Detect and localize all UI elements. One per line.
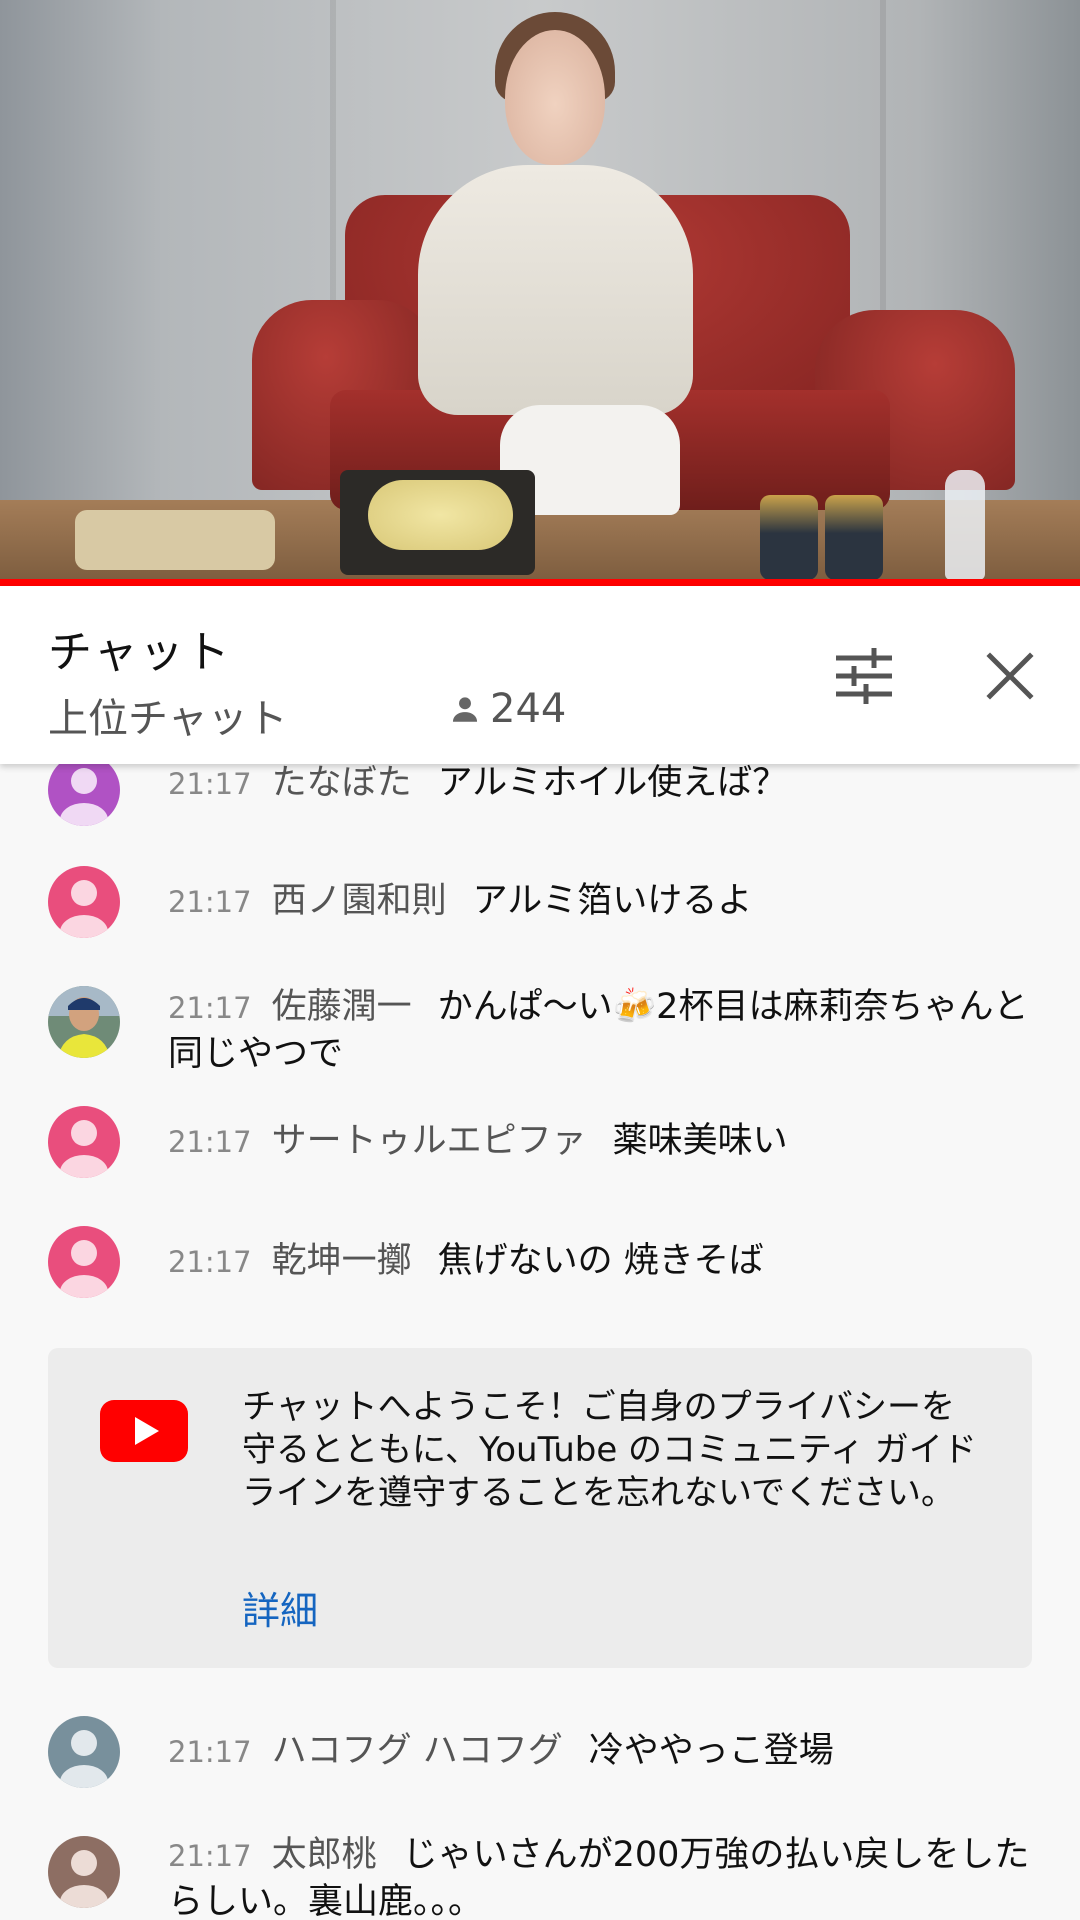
message-body: 21:17 佐藤潤一 かんぱ〜い🍻2杯目は麻莉奈ちゃんと同じやつで: [168, 984, 1036, 1077]
welcome-message: チャットへようこそ！ご自身のプライバシーを守るとともに、YouTube のコミュ…: [242, 1387, 977, 1513]
message-text: 冷ややっこ登場: [588, 1731, 834, 1771]
chat-mode-selector[interactable]: 上位チャット: [48, 686, 288, 744]
sliders-icon: [836, 648, 892, 704]
video-bottle: [945, 470, 985, 580]
message-time: 21:17: [168, 991, 252, 1025]
message-time: 21:17: [168, 1839, 252, 1873]
video-person: [418, 165, 693, 415]
video-progress-bar[interactable]: [0, 579, 1080, 586]
author-avatar: [48, 866, 120, 938]
default-avatar-icon: [48, 764, 120, 826]
chat-message-list[interactable]: 21:17 たなぼた アルミホイル使えば？ 21:17 西ノ園和則 アルミ箔いけるよ: [0, 764, 1080, 1920]
chat-header: チャット 上位チャット 244: [0, 586, 1080, 764]
message-time: 21:17: [168, 1735, 252, 1769]
video-person-head: [505, 30, 605, 165]
viewer-count-value: 244: [490, 686, 567, 732]
message-text: アルミ箔いけるよ: [472, 881, 753, 921]
viewer-count: 244: [448, 686, 566, 732]
author-avatar: [48, 1106, 120, 1178]
message-text: 薬味美味い: [612, 1121, 788, 1161]
message-author: たなぼた: [271, 764, 412, 803]
author-avatar-photo: [48, 986, 120, 1058]
video-can: [760, 495, 818, 580]
message-body: 21:17 サートゥルエピファ 薬味美味い: [168, 1118, 1036, 1165]
message-body: 21:17 たなぼた アルミホイル使えば？: [168, 764, 1036, 807]
photo-avatar-icon: [48, 986, 120, 1058]
youtube-logo-icon: [100, 1400, 188, 1462]
filter-button[interactable]: [834, 646, 894, 706]
message-author: 佐藤潤一: [271, 987, 412, 1027]
details-link[interactable]: 詳細: [242, 1580, 318, 1635]
welcome-card: チャットへようこそ！ご自身のプライバシーを守るとともに、YouTube のコミュ…: [48, 1348, 1032, 1668]
close-icon: [986, 652, 1034, 700]
default-avatar-icon: [48, 1226, 120, 1298]
message-time: 21:17: [168, 1245, 252, 1279]
video-player[interactable]: [0, 0, 1080, 582]
message-body: 21:17 乾坤一擲 焦げないの 焼きそば: [168, 1238, 1036, 1285]
default-avatar-icon: [48, 1716, 120, 1788]
default-avatar-icon: [48, 1106, 120, 1178]
chat-title: チャット: [48, 627, 232, 678]
video-bowl: [75, 510, 275, 570]
author-avatar: [48, 1836, 120, 1908]
default-avatar-icon: [48, 866, 120, 938]
message-author: 西ノ園和則: [271, 881, 447, 921]
close-button[interactable]: [980, 646, 1040, 706]
message-text: 焦げないの 焼きそば: [437, 1241, 764, 1281]
message-body: 21:17 西ノ園和則 アルミ箔いけるよ: [168, 878, 1036, 925]
message-author: サートゥルエピファ: [271, 1121, 587, 1161]
message-time: 21:17: [168, 1125, 252, 1159]
message-author: 乾坤一擲: [271, 1241, 412, 1281]
author-avatar: [48, 1226, 120, 1298]
video-noodles: [368, 480, 513, 550]
message-text: アルミホイル使えば？: [437, 764, 788, 803]
message-author: 太郎桃: [271, 1835, 377, 1875]
message-body: 21:17 太郎桃 じゃいさんが200万強の払い戻しをしたらしい。裏山鹿。。。: [168, 1832, 1036, 1920]
video-can: [825, 495, 883, 580]
author-avatar: [48, 764, 120, 826]
author-avatar: [48, 1716, 120, 1788]
message-body: 21:17 ハコフグ ハコフグ 冷ややっこ登場: [168, 1728, 1036, 1775]
message-time: 21:17: [168, 885, 252, 919]
message-author: ハコフグ ハコフグ: [271, 1731, 563, 1771]
message-time: 21:17: [168, 767, 252, 801]
default-avatar-icon: [48, 1836, 120, 1908]
person-icon: [452, 697, 478, 722]
